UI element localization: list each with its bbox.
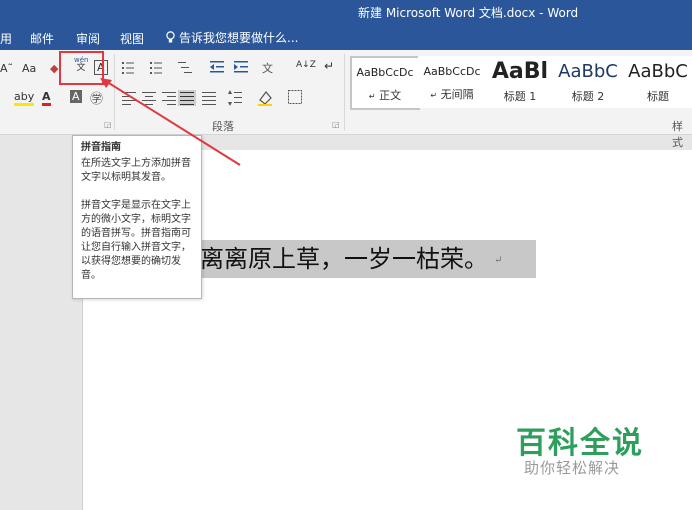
watermark-title: 百科全说 — [516, 426, 644, 461]
watermark-subtitle: 助你轻松解决 — [524, 459, 621, 477]
